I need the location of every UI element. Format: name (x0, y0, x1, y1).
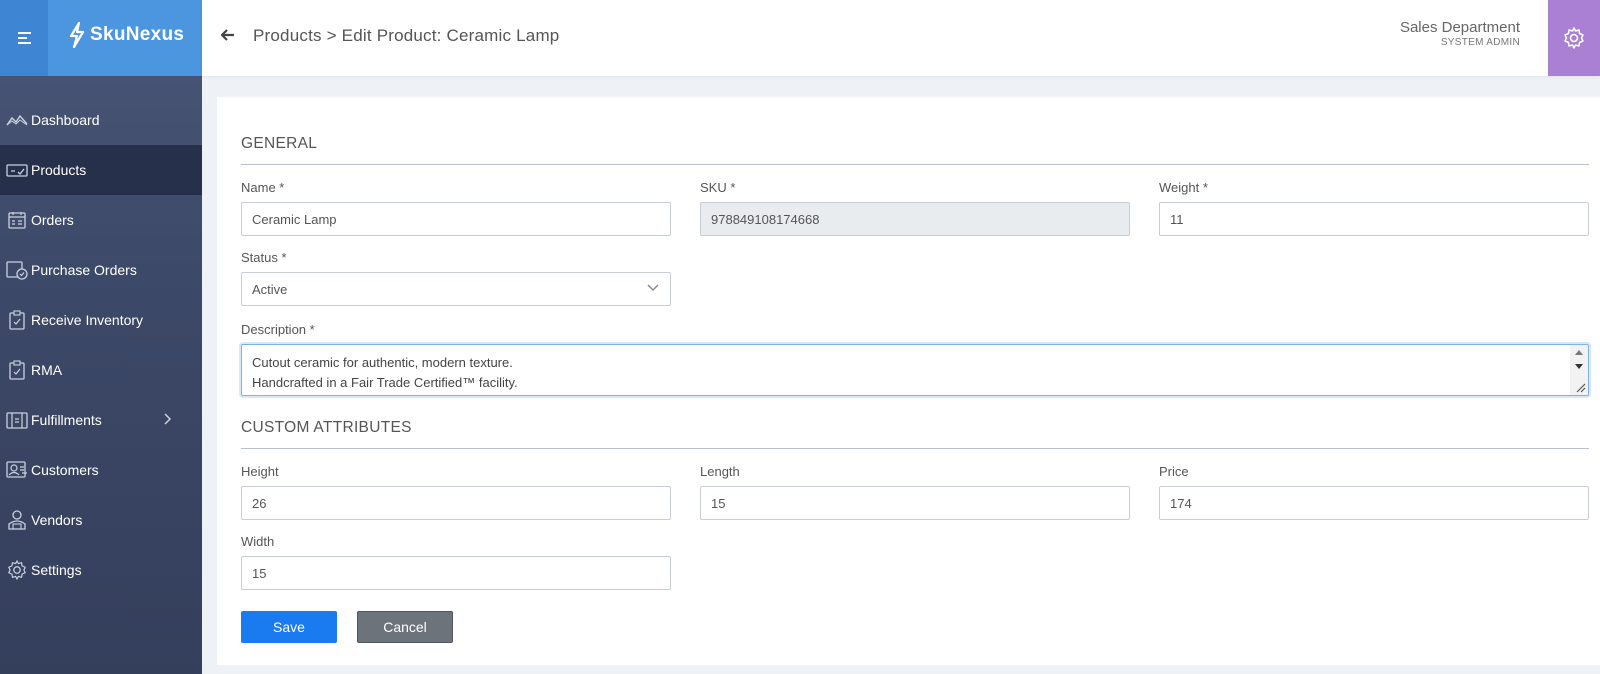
sidebar-item-customers[interactable]: Customers (0, 445, 202, 495)
length-input[interactable] (700, 486, 1130, 520)
section-divider (241, 448, 1589, 449)
top-bar: Products > Edit Product: Ceramic Lamp Sa… (202, 0, 1600, 76)
resize-handle-icon[interactable] (1574, 381, 1586, 393)
sidebar-item-label: Receive Inventory (31, 312, 144, 328)
sidebar-item-purchase-orders[interactable]: Purchase Orders (0, 245, 202, 295)
sku-input[interactable] (700, 202, 1130, 236)
breadcrumb: Products > Edit Product: Ceramic Lamp (253, 26, 559, 46)
price-label: Price (1159, 464, 1189, 479)
status-label: Status * (241, 250, 287, 265)
rma-icon (5, 360, 29, 380)
user-role: SYSTEM ADMIN (1440, 37, 1520, 48)
save-button[interactable]: Save (241, 611, 337, 643)
edit-product-form: GENERAL Name * SKU * Weight * Status * A… (217, 97, 1600, 665)
brand-logo[interactable]: SkuNexus (68, 22, 184, 48)
description-line: Handcrafted in a Fair Trade Certified™ f… (252, 375, 518, 390)
section-title-general: GENERAL (241, 135, 318, 152)
scroll-down-icon[interactable] (1574, 363, 1584, 370)
brand-bar: SkuNexus (0, 0, 202, 76)
section-divider (241, 164, 1589, 165)
section-title-custom-attributes: CUSTOM ATTRIBUTES (241, 419, 412, 436)
sidebar-item-label: Settings (31, 562, 82, 578)
receive-inventory-icon (5, 310, 29, 330)
sidebar-item-label: Purchase Orders (31, 262, 137, 278)
sidebar-item-receive-inventory[interactable]: Receive Inventory (0, 295, 202, 345)
height-input[interactable] (241, 486, 671, 520)
breadcrumb-products-link[interactable]: Products (253, 26, 322, 45)
cancel-button[interactable]: Cancel (357, 611, 453, 643)
gear-icon (5, 560, 29, 580)
sidebar-item-label: Dashboard (31, 112, 100, 128)
sidebar-item-orders[interactable]: Orders (0, 195, 202, 245)
description-textarea[interactable]: Cutout ceramic for authentic, modern tex… (241, 344, 1589, 396)
purchase-orders-icon (5, 260, 29, 280)
sidebar-item-label: RMA (31, 362, 63, 378)
description-label: Description * (241, 322, 315, 337)
back-arrow-icon[interactable] (220, 27, 236, 43)
name-input[interactable] (241, 202, 671, 236)
weight-input[interactable] (1159, 202, 1589, 236)
gear-icon (1564, 27, 1584, 49)
price-input[interactable] (1159, 486, 1589, 520)
breadcrumb-separator: > (321, 26, 342, 45)
scroll-up-icon[interactable] (1574, 349, 1584, 356)
fulfillments-icon (5, 410, 29, 430)
dashboard-icon (5, 110, 29, 130)
sidebar-item-products[interactable]: Products (0, 145, 202, 195)
sidebar-nav: Dashboard Products Orders Purchase Order… (0, 95, 202, 595)
status-select[interactable]: Active (241, 272, 671, 306)
weight-label: Weight * (1159, 180, 1208, 195)
sidebar-item-fulfillments[interactable]: Fulfillments (0, 395, 202, 445)
sidebar-item-dashboard[interactable]: Dashboard (0, 95, 202, 145)
status-selected-value: Active (241, 272, 671, 306)
sidebar-item-label: Fulfillments (31, 412, 102, 428)
orders-icon (5, 210, 29, 230)
sidebar-item-label: Customers (31, 462, 99, 478)
sidebar-item-label: Orders (31, 212, 74, 228)
brand-name: SkuNexus (90, 24, 185, 45)
chevron-right-icon (164, 413, 172, 425)
settings-button[interactable] (1548, 0, 1600, 76)
user-department: Sales Department (1399, 19, 1520, 36)
sidebar-item-settings[interactable]: Settings (0, 545, 202, 595)
vendors-icon (5, 510, 29, 530)
sidebar-item-label: Vendors (31, 512, 83, 528)
page-title: Edit Product: Ceramic Lamp (341, 26, 560, 45)
name-label: Name * (241, 180, 285, 195)
sidebar-item-rma[interactable]: RMA (0, 345, 202, 395)
textarea-scrollbar[interactable] (1570, 345, 1588, 395)
description-line: Cutout ceramic for authentic, modern tex… (252, 355, 513, 370)
products-icon (5, 160, 29, 180)
bolt-icon (69, 22, 85, 48)
sidebar-item-label: Products (31, 162, 87, 178)
sku-label: SKU * (700, 180, 736, 195)
sidebar: SkuNexus Dashboard Products Orders Purch… (0, 0, 202, 674)
width-label: Width (241, 534, 275, 549)
height-label: Height (241, 464, 279, 479)
length-label: Length (700, 464, 740, 479)
user-menu[interactable]: Sales Department SYSTEM ADMIN (1400, 19, 1520, 48)
customers-icon (5, 460, 29, 480)
menu-toggle-button[interactable] (0, 0, 48, 76)
sidebar-item-vendors[interactable]: Vendors (0, 495, 202, 545)
hamburger-icon (17, 29, 31, 47)
width-input[interactable] (241, 556, 671, 590)
